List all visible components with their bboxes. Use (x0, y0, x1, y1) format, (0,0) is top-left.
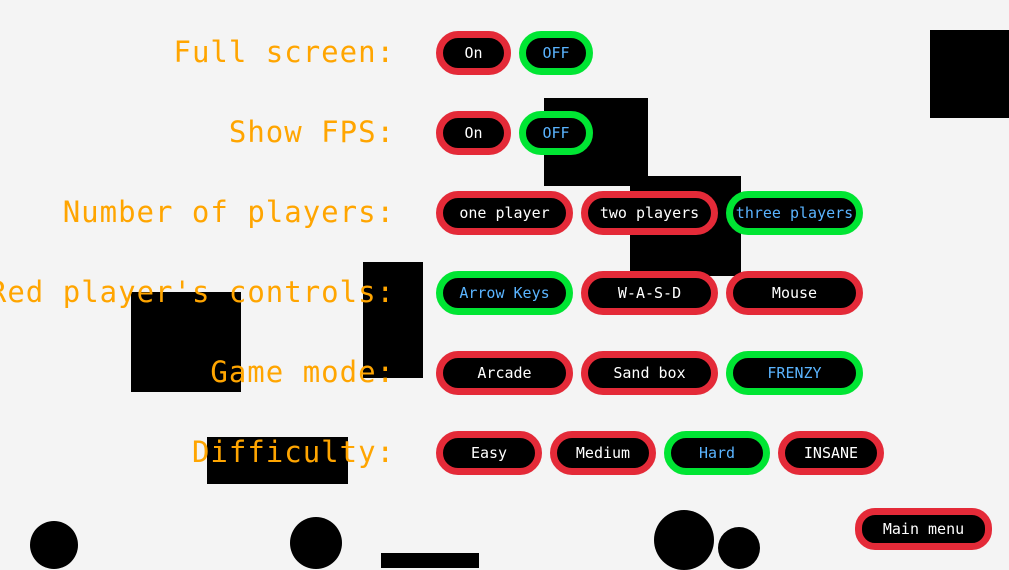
obstacle-block (381, 553, 479, 568)
difficulty-option-hard[interactable]: Hard (664, 431, 770, 475)
obstacle-circle (718, 527, 760, 569)
main-menu-button[interactable]: Main menu (855, 508, 992, 550)
game-mode-option-frenzy[interactable]: FRENZY (726, 351, 863, 395)
red-player-controls-option-mouse[interactable]: Mouse (726, 271, 863, 315)
full-screen-label: Full screen: (173, 35, 395, 69)
obstacle-circle (290, 517, 342, 569)
game-mode-option-sand-box[interactable]: Sand box (581, 351, 718, 395)
full-screen-option-on[interactable]: On (436, 31, 511, 75)
game-mode-option-arcade[interactable]: Arcade (436, 351, 573, 395)
show-fps-label: Show FPS: (228, 115, 395, 149)
show-fps-option-off[interactable]: OFF (519, 111, 593, 155)
difficulty-label: Difficulty: (191, 435, 395, 469)
number-of-players-option-three-players[interactable]: three players (726, 191, 863, 235)
number-of-players-option-two-players[interactable]: two players (581, 191, 718, 235)
difficulty-option-easy[interactable]: Easy (436, 431, 542, 475)
red-player-controls-label: Red player's controls: (0, 275, 395, 309)
obstacle-circle (654, 510, 714, 570)
obstacle-circle (30, 521, 78, 569)
show-fps-option-on[interactable]: On (436, 111, 511, 155)
red-player-controls-option-w-a-s-d[interactable]: W-A-S-D (581, 271, 718, 315)
number-of-players-label: Number of players: (62, 195, 395, 229)
number-of-players-option-one-player[interactable]: one player (436, 191, 573, 235)
game-mode-label: Game mode: (210, 355, 395, 389)
red-player-controls-option-arrow-keys[interactable]: Arrow Keys (436, 271, 573, 315)
difficulty-option-medium[interactable]: Medium (550, 431, 656, 475)
difficulty-option-insane[interactable]: INSANE (778, 431, 884, 475)
obstacle-block (930, 30, 1009, 118)
full-screen-option-off[interactable]: OFF (519, 31, 593, 75)
